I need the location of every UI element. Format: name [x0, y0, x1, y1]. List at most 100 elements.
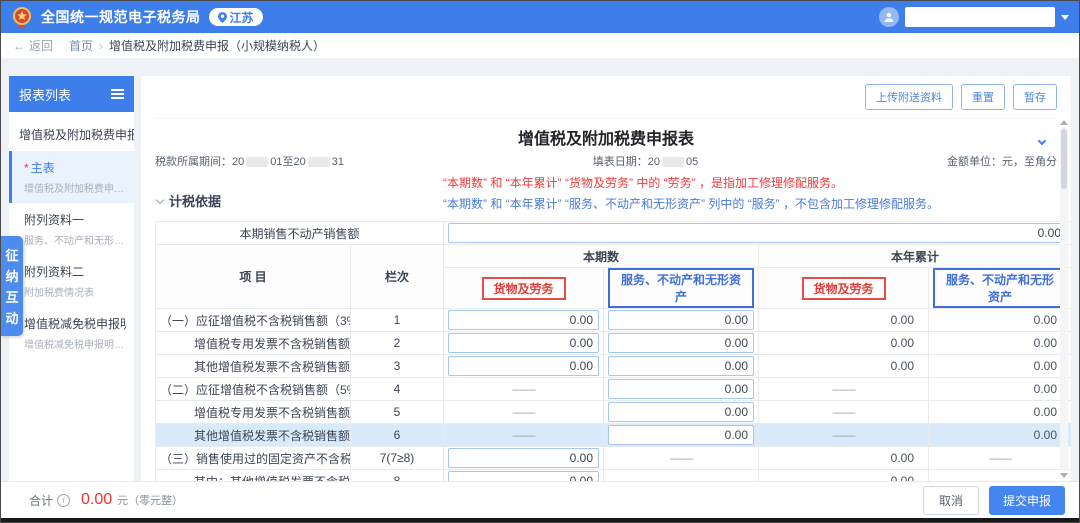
- submit-declaration-button[interactable]: 提交申报: [989, 486, 1065, 515]
- sidebar-item[interactable]: 附列资料一服务、不动产和无形资产扣..: [9, 203, 134, 255]
- table-row: 其他增值税发票不含税销售额30.000.00: [156, 355, 1072, 378]
- amount-readonly: 0.00: [929, 424, 1071, 447]
- total-unit: 元（零元整）: [117, 492, 183, 508]
- collapse-form-chevron-icon[interactable]: [1039, 131, 1045, 149]
- sidebar-group-header[interactable]: 增值税及附加税费申报...: [9, 112, 134, 151]
- form-toolbar: 上传附送资料 重置 暂存: [155, 84, 1057, 110]
- tax-period: 税款所属期间：2001至2031: [155, 153, 344, 169]
- amount-readonly: 0.00: [759, 470, 929, 482]
- back-arrow-icon: ←: [13, 39, 25, 53]
- services-realestate-badge: 服务、不动产和无形资产: [933, 268, 1067, 308]
- scroll-down-icon[interactable]: [1060, 473, 1068, 478]
- table-row: （三）销售使用过的固定资产不含税销售额7(7≥8)——0.00——: [156, 447, 1072, 470]
- amount-input[interactable]: [448, 471, 599, 481]
- form-notes: “本期数” 和 “本年累计” “货物及劳务” 中的 “劳务” ，是指加工修理修配…: [443, 173, 939, 215]
- row-line-number: 4: [351, 378, 444, 401]
- sidebar-item[interactable]: 附列资料二附加税费情况表: [9, 255, 134, 307]
- user-avatar-icon[interactable]: [879, 7, 899, 27]
- not-applicable-cell: ——: [604, 470, 759, 482]
- info-icon[interactable]: i: [57, 494, 70, 507]
- amount-readonly: 0.00: [929, 309, 1071, 332]
- real-estate-sales-row: 本期销售不动产销售额: [156, 222, 1072, 245]
- not-applicable-cell: ——: [444, 378, 604, 401]
- user-dropdown-caret-icon[interactable]: [1061, 15, 1069, 20]
- table-row: （一）应征增值税不含税销售额（3%征收率）10.000.00: [156, 309, 1072, 332]
- row-label: 增值税专用发票不含税销售额: [156, 401, 351, 424]
- amount-input[interactable]: [448, 448, 599, 468]
- report-list-sidebar: 报表列表 增值税及附加税费申报... *主表增值税及附加税费申报表附列资料一服务…: [9, 76, 134, 481]
- note-red: “本期数” 和 “本年累计” “货物及劳务” 中的 “劳务” ，是指加工修理修配…: [443, 173, 939, 194]
- national-emblem-logo: [11, 6, 33, 28]
- not-applicable-cell: ——: [444, 424, 604, 447]
- row-line-number: 7(7≥8): [351, 447, 444, 470]
- pre-row-label: 本期销售不动产销售额: [156, 222, 444, 245]
- total-amount: 0.00: [81, 491, 112, 509]
- tax-basis-section-header: 计税依据 “本期数” 和 “本年累计” “货物及劳务” 中的 “劳务” ，是指加…: [155, 173, 1057, 221]
- table-row: （二）应征增值税不含税销售额（5%征收率）4————0.00: [156, 378, 1072, 401]
- sidebar-item[interactable]: *主表增值税及附加税费申报表: [9, 151, 134, 203]
- amount-input[interactable]: [608, 333, 754, 353]
- reset-button[interactable]: 重置: [961, 84, 1005, 110]
- breadcrumb-separator: ›: [99, 39, 103, 53]
- window-bottom-edge: [1, 518, 1079, 523]
- row-line-number: 3: [351, 355, 444, 378]
- tax-period-segments: 2001至2031: [232, 156, 344, 168]
- not-applicable-cell: ——: [444, 401, 604, 424]
- tax-basis-table: 本期销售不动产销售额 项 目 栏次 本期数 本年累计 货物及劳务 服务、不动产和…: [155, 221, 1071, 481]
- scrollbar-thumb[interactable]: [1061, 129, 1067, 189]
- row-line-number: 1: [351, 309, 444, 332]
- amount-input[interactable]: [608, 310, 754, 330]
- cancel-button[interactable]: 取消: [923, 486, 979, 515]
- collapse-menu-icon[interactable]: [111, 93, 124, 95]
- amount-readonly: 0.00: [929, 378, 1071, 401]
- amount-input[interactable]: [608, 402, 754, 422]
- region-badge[interactable]: 江苏: [209, 8, 263, 26]
- services-realestate-badge: 服务、不动产和无形资产: [608, 268, 754, 308]
- not-applicable-cell: ——: [759, 378, 929, 401]
- not-applicable-cell: ——: [759, 401, 929, 424]
- real-estate-sales-input[interactable]: [448, 223, 1067, 243]
- upload-attachments-button[interactable]: 上传附送资料: [865, 84, 953, 110]
- sidebar-item[interactable]: 增值税减免税申报明...增值税减免税申报明细表: [9, 307, 134, 359]
- table-body: （一）应征增值税不含税销售额（3%征收率）10.000.00增值税专用发票不含税…: [156, 309, 1072, 482]
- amount-input[interactable]: [448, 356, 599, 376]
- region-badge-label: 江苏: [230, 9, 254, 26]
- vertical-scrollbar[interactable]: [1059, 120, 1069, 478]
- not-applicable-cell: ——: [759, 424, 929, 447]
- table-row: 增值税专用发票不含税销售额20.000.00: [156, 332, 1072, 355]
- not-applicable-cell: ——: [929, 447, 1071, 470]
- row-line-number: 6: [351, 424, 444, 447]
- amount-input[interactable]: [448, 333, 599, 353]
- sidebar-title: 报表列表: [19, 85, 71, 104]
- row-label: （三）销售使用过的固定资产不含税销售额: [156, 447, 351, 470]
- fill-date-segments: 2005: [648, 156, 699, 168]
- app-window: 全国统一规范电子税务局 江苏 ← 返回 首页 › 增值税及附加税费申报（小规模纳…: [0, 0, 1080, 523]
- amount-input[interactable]: [608, 425, 754, 445]
- back-button[interactable]: ← 返回: [13, 37, 53, 54]
- goods-services-badge: 货物及劳务: [802, 277, 886, 300]
- row-label: （一）应征增值税不含税销售额（3%征收率）: [156, 309, 351, 332]
- footer-bar: 合计 i 0.00 元（零元整） 取消 提交申报: [1, 481, 1079, 518]
- col-header-ytd: 本年累计: [759, 245, 1071, 268]
- amount-readonly: 0.00: [759, 355, 929, 378]
- not-applicable-cell: ——: [604, 447, 759, 470]
- breadcrumb-home-link[interactable]: 首页: [69, 37, 93, 54]
- user-account-field[interactable]: [905, 7, 1055, 27]
- fill-date: 填表日期：2005: [593, 153, 699, 169]
- section-title[interactable]: 计税依据: [157, 191, 221, 210]
- table-row: 其他增值税发票不含税销售额6————0.00: [156, 424, 1072, 447]
- amount-input[interactable]: [448, 310, 599, 330]
- breadcrumb-bar: ← 返回 首页 › 增值税及附加税费申报（小规模纳税人）: [1, 33, 1079, 59]
- scroll-up-icon[interactable]: [1060, 120, 1068, 125]
- temp-save-button[interactable]: 暂存: [1013, 84, 1057, 110]
- col-header-item: 项 目: [156, 245, 351, 309]
- amount-readonly: 0.00: [929, 355, 1071, 378]
- row-label: （二）应征增值税不含税销售额（5%征收率）: [156, 378, 351, 401]
- breadcrumb-current: 增值税及附加税费申报（小规模纳税人）: [109, 37, 325, 54]
- location-pin-icon: [218, 12, 227, 23]
- amount-input[interactable]: [608, 379, 754, 399]
- amount-input[interactable]: [608, 356, 754, 376]
- interaction-drawer-tab[interactable]: 征纳互动: [1, 236, 23, 336]
- sidebar-items: *主表增值税及附加税费申报表附列资料一服务、不动产和无形资产扣..附列资料二附加…: [9, 151, 134, 359]
- sidebar-header: 报表列表: [9, 76, 134, 112]
